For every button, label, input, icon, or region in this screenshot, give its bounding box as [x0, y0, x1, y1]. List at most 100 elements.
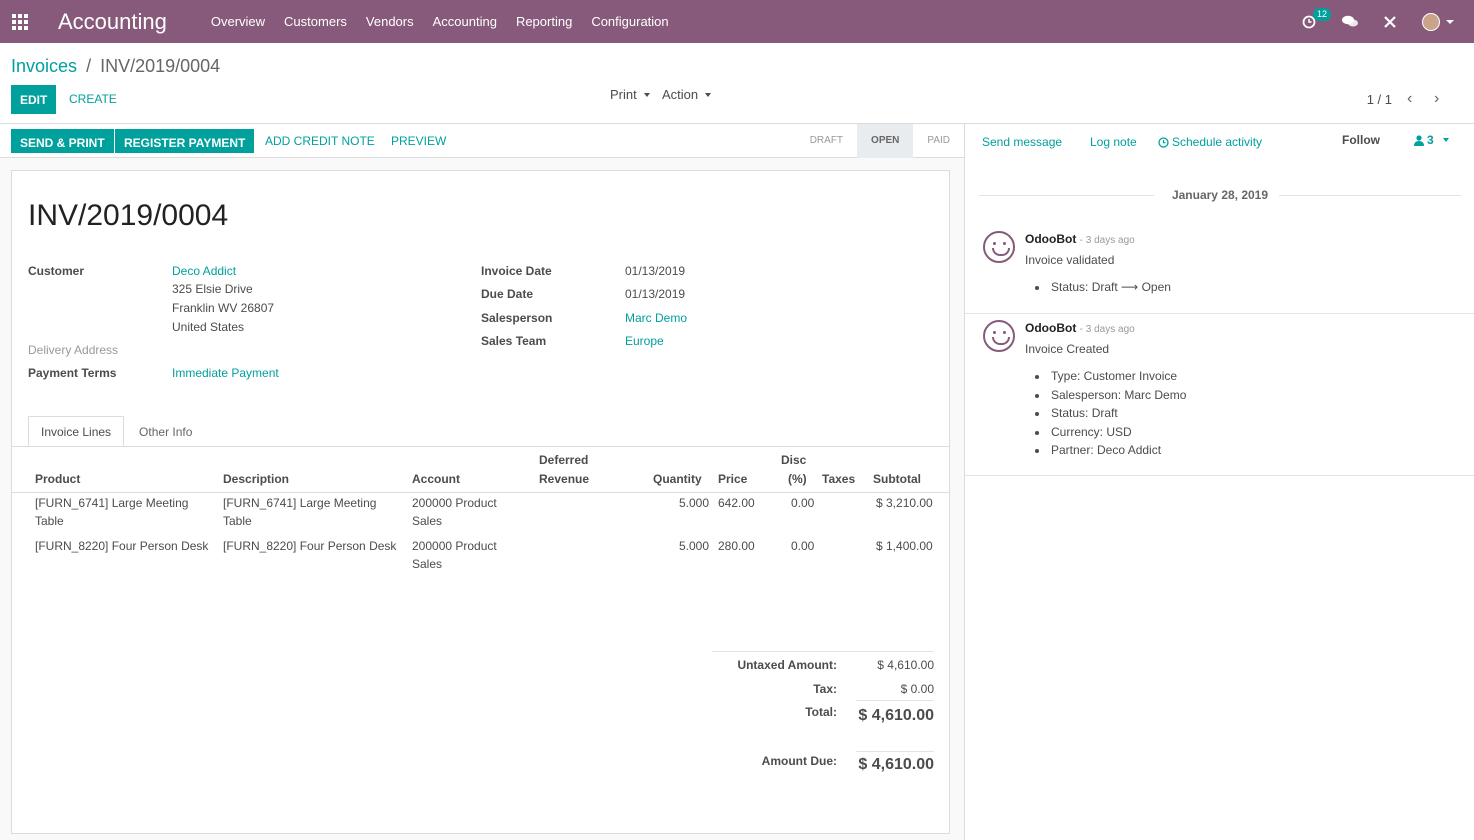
tab-divider	[12, 446, 949, 447]
tracking-item: Status: Draft	[1035, 406, 1118, 420]
date-divider	[1279, 195, 1461, 196]
col-taxes: Taxes	[822, 472, 856, 486]
cell-price: 280.00	[718, 539, 755, 553]
menu-overview[interactable]: Overview	[211, 14, 265, 29]
chevron-right-icon[interactable]: ›	[1434, 90, 1439, 108]
tracking-item: Partner: Deco Addict	[1034, 443, 1162, 457]
chevron-left-icon[interactable]: ‹	[1407, 90, 1412, 108]
pager-value[interactable]: 1 / 1	[1367, 92, 1392, 107]
address-line: Franklin WV 26807	[172, 301, 275, 315]
message-divider	[965, 313, 1474, 314]
action-dropdown[interactable]: Action	[662, 87, 712, 102]
menu-vendors[interactable]: Vendors	[366, 14, 414, 29]
breadcrumb-current: INV/2019/0004	[100, 56, 221, 76]
top-navbar: Accounting Overview Customers Vendors Ac…	[0, 0, 1474, 43]
col-price: Price	[718, 472, 748, 486]
address-line: United States	[172, 320, 245, 334]
menu-accounting[interactable]: Accounting	[433, 14, 497, 29]
col-product: Product	[35, 472, 81, 486]
register-payment-button[interactable]: Register Payment	[115, 129, 255, 153]
col-quantity: Quantity	[653, 472, 702, 486]
stage-paid: Paid	[927, 135, 950, 146]
close-icon[interactable]	[1384, 15, 1396, 28]
action-label: Action	[662, 87, 699, 102]
cell-product: [FURN_6741] Large Meeting	[35, 496, 189, 510]
schedule-activity-button[interactable]: Schedule activity	[1158, 135, 1262, 149]
message-time: - 3 days ago	[1079, 324, 1135, 335]
cell-account: 200000 Product	[412, 496, 497, 510]
cell-description: [FURN_8220] Four Person Desk	[223, 539, 397, 553]
preview-button[interactable]: Preview	[391, 134, 446, 148]
follow-button[interactable]: Follow	[1342, 133, 1380, 147]
cell-price: 642.00	[718, 496, 755, 510]
caret-down-icon	[1442, 138, 1449, 142]
col-account: Account	[412, 472, 460, 486]
schedule-activity-label: Schedule activity	[1172, 135, 1263, 149]
message-author: OdooBot - 3 days ago	[1025, 321, 1135, 335]
breadcrumb-separator: /	[86, 56, 92, 76]
followers-count: 3	[1427, 133, 1434, 147]
untaxed-amount-value: $ 4,610.00	[877, 658, 934, 672]
cell-description: Table	[223, 514, 252, 528]
cell-disc: 0.00	[791, 496, 815, 510]
app-title: Accounting	[58, 8, 167, 34]
message-divider	[965, 475, 1474, 476]
avatar	[1422, 12, 1440, 31]
print-label: Print	[610, 87, 637, 102]
amount-due-label: Amount Due:	[761, 754, 837, 768]
edit-button[interactable]: Edit	[11, 85, 56, 114]
tracking-item: Status: Draft ⟶ Open	[1035, 280, 1171, 294]
menu-customers[interactable]: Customers	[284, 14, 347, 29]
payment-terms-value[interactable]: Immediate Payment	[172, 366, 279, 380]
cell-quantity: 5.000	[679, 539, 710, 553]
tax-value: $ 0.00	[900, 682, 934, 696]
salesperson-link[interactable]: Marc Demo	[625, 311, 687, 325]
cell-subtotal: $ 3,210.00	[876, 496, 933, 510]
log-note-button[interactable]: Log note	[1090, 135, 1137, 149]
chatter-panel: Send message Log note Schedule activity …	[964, 124, 1474, 840]
payment-terms-label: Payment Terms	[28, 366, 117, 380]
cell-disc: 0.00	[791, 539, 815, 553]
sales-team-label: Sales Team	[481, 334, 547, 348]
apps-grid-icon[interactable]	[0, 0, 40, 43]
menu-reporting[interactable]: Reporting	[516, 14, 572, 29]
address-line: 325 Elsie Drive	[172, 282, 253, 296]
cell-product: [FURN_8220] Four Person Desk	[35, 539, 209, 553]
cell-account: 200000 Product	[412, 539, 497, 553]
cell-account: Sales	[412, 514, 443, 528]
odoobot-avatar-icon	[983, 231, 1015, 263]
notebook-tabs: Invoice Lines Other Info	[28, 416, 207, 447]
activity-clock-icon[interactable]: 12	[1302, 7, 1332, 29]
add-credit-note-button[interactable]: Add Credit Note	[265, 134, 375, 148]
col-deferred: Revenue	[539, 472, 590, 486]
print-dropdown[interactable]: Print	[610, 87, 650, 102]
user-avatar[interactable]	[1422, 12, 1454, 31]
breadcrumb-invoices[interactable]: Invoices	[11, 56, 77, 76]
tab-invoice-lines[interactable]: Invoice Lines	[28, 416, 125, 447]
table-header-divider	[12, 492, 949, 493]
stage-open: Open	[857, 124, 914, 158]
caret-down-icon	[705, 92, 712, 97]
send-message-button[interactable]: Send message	[982, 135, 1062, 149]
customer-link[interactable]: Deco Addict	[172, 264, 236, 278]
message-time: - 3 days ago	[1079, 235, 1135, 246]
totals-divider	[856, 700, 934, 701]
activity-count-badge: 12	[1313, 7, 1332, 21]
odoobot-avatar-icon	[983, 320, 1015, 352]
tab-other-info[interactable]: Other Info	[126, 416, 206, 447]
totals-divider	[712, 651, 934, 652]
menu-configuration[interactable]: Configuration	[591, 14, 668, 29]
author-name: OdooBot	[1025, 232, 1077, 246]
untaxed-amount-label: Untaxed Amount:	[737, 658, 837, 672]
send-print-button[interactable]: Send & Print	[11, 129, 114, 153]
create-button[interactable]: Create	[69, 92, 117, 106]
chat-icon[interactable]	[1342, 15, 1358, 28]
sales-team-link[interactable]: Europe	[625, 334, 664, 348]
message-body: Invoice Created	[1025, 342, 1110, 356]
col-subtotal: Subtotal	[873, 472, 921, 486]
invoice-date-value: 01/13/2019	[625, 264, 686, 278]
cell-product: Table	[35, 514, 64, 528]
customer-label: Customer	[28, 264, 85, 278]
followers-button[interactable]: 3	[1414, 133, 1449, 147]
invoice-sheet: INV/2019/0004 Customer Deco Addict 325 E…	[11, 170, 950, 834]
